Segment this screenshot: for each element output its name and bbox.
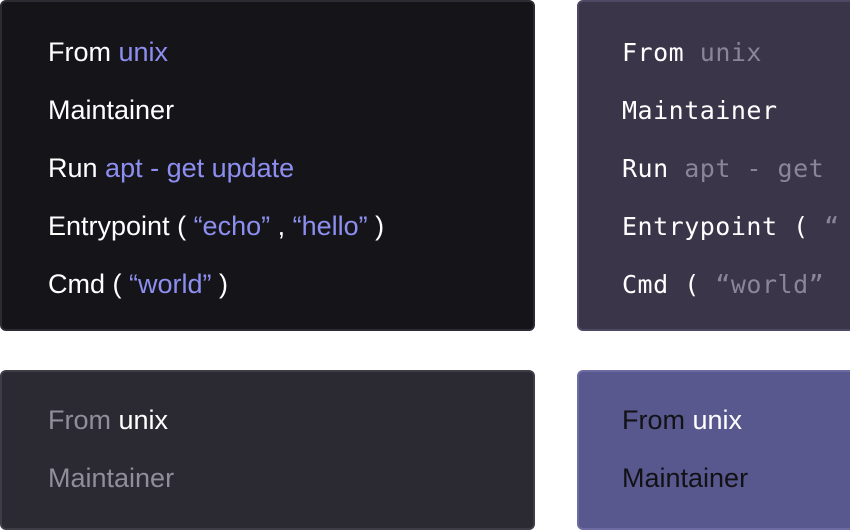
code-card-dark: From unix Maintainer Run apt - get updat… — [0, 0, 535, 331]
code-line-entrypoint: Entrypoint ( “echo” , “hello” ) — [48, 211, 385, 241]
code-line-entrypoint: Entrypoint ( “ — [622, 212, 840, 241]
code-line-maintainer: Maintainer — [48, 463, 175, 493]
code-line-run: Run apt - get — [622, 154, 825, 183]
code-card-mono: From unix Maintainer Run apt - get Entry… — [577, 0, 850, 331]
code-line-maintainer: Maintainer — [622, 96, 778, 125]
code-line-cmd: Cmd ( “world” ) — [48, 269, 229, 299]
code-line-maintainer: Maintainer — [48, 95, 175, 125]
code-line-from: From unix — [622, 38, 762, 67]
code-line-maintainer: Maintainer — [622, 463, 749, 493]
code-line-run: Run apt - get update — [48, 153, 295, 183]
code-card-gray: From unix Maintainer — [0, 370, 535, 530]
code-card-indigo: From unix Maintainer — [577, 370, 850, 530]
code-line-from: From unix — [622, 405, 743, 435]
code-line-from: From unix — [48, 37, 169, 67]
code-line-from: From unix — [48, 405, 169, 435]
code-line-cmd: Cmd ( “world” — [622, 270, 825, 299]
